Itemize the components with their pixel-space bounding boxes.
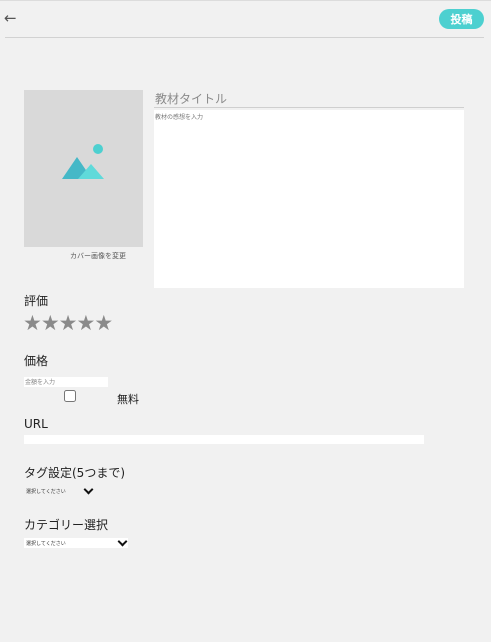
category-label: カテゴリー選択	[24, 518, 109, 532]
tag-select-value: 選択してください	[26, 488, 66, 495]
price-label: 価格	[24, 354, 49, 368]
category-select[interactable]: 選択してください	[24, 536, 128, 548]
url-input[interactable]	[24, 435, 424, 444]
free-checkbox[interactable]	[64, 390, 76, 402]
tag-settings-label: タグ設定(5つまで)	[24, 466, 125, 480]
description-textarea[interactable]	[154, 110, 464, 288]
category-select-value: 選択してください	[26, 540, 66, 547]
image-placeholder-icon	[62, 144, 104, 179]
price-input[interactable]	[24, 377, 108, 387]
header-divider	[5, 37, 484, 38]
top-border	[0, 0, 491, 1]
free-label: 無料	[117, 393, 139, 406]
url-label: URL	[24, 417, 48, 431]
title-input[interactable]	[154, 90, 464, 108]
change-cover-link[interactable]: カバー画像を変更	[24, 251, 172, 261]
back-arrow-icon[interactable]: ←	[4, 10, 17, 26]
star-icon-5[interactable]: ★	[94, 311, 113, 335]
star-icon-4[interactable]: ★	[76, 311, 95, 335]
chevron-down-icon	[83, 484, 94, 495]
cover-image[interactable]	[24, 90, 143, 247]
chevron-down-icon	[117, 536, 128, 547]
star-icon-2[interactable]: ★	[41, 311, 60, 335]
post-button[interactable]: 投稿	[439, 9, 484, 29]
rating-label: 評価	[24, 294, 49, 308]
star-icon-3[interactable]: ★	[59, 311, 78, 335]
star-icon-1[interactable]: ★	[23, 311, 42, 335]
tag-select[interactable]: 選択してください	[24, 484, 94, 496]
star-rating[interactable]: ★★★★★	[23, 311, 113, 335]
